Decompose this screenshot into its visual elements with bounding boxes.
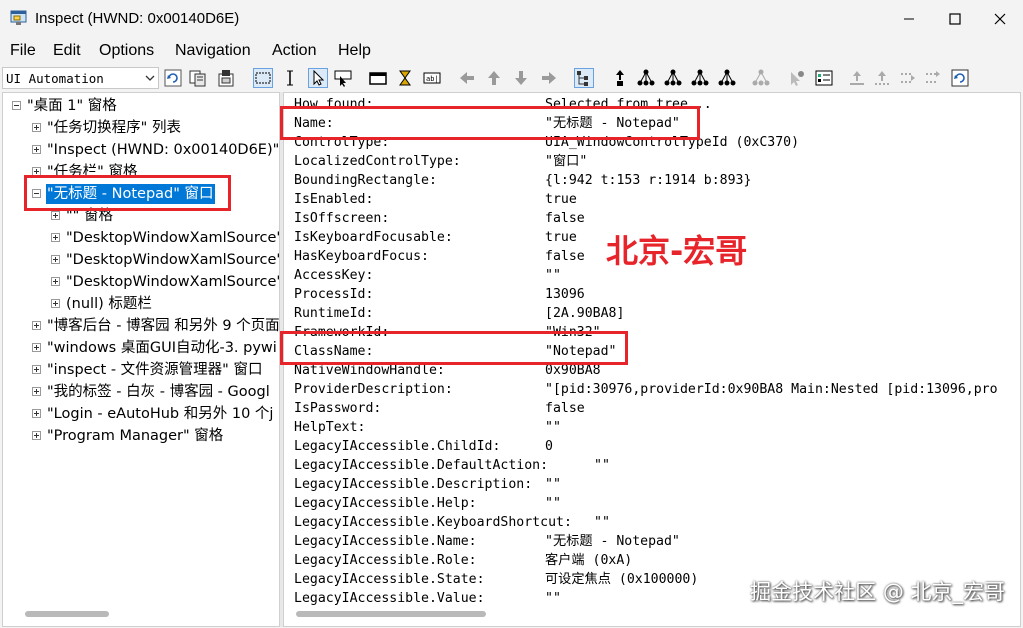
mode-select[interactable]: UI Automation <box>2 67 159 89</box>
nav-left-icon[interactable] <box>458 69 476 87</box>
expand-expander[interactable] <box>51 277 60 286</box>
watch-cursor-icon[interactable] <box>334 69 352 87</box>
text-cursor-icon[interactable] <box>281 69 299 87</box>
expand-expander[interactable] <box>32 343 41 352</box>
properties-horizontal-scrollbar[interactable] <box>296 611 486 617</box>
nav-down-icon[interactable] <box>512 69 530 87</box>
minimize-button[interactable] <box>886 0 932 38</box>
hover-icon[interactable] <box>396 69 414 87</box>
next-sibling-icon[interactable] <box>664 69 682 87</box>
tree-view-icon[interactable] <box>574 68 594 88</box>
prev-sibling-icon[interactable] <box>691 69 709 87</box>
mode-select-value: UI Automation <box>6 71 104 86</box>
watermark: 掘金技术社区 @ 北京_宏哥 <box>750 580 1005 604</box>
do-default-icon[interactable] <box>788 69 806 87</box>
ancestor-icon[interactable] <box>752 69 770 87</box>
nav-right-icon[interactable] <box>540 69 558 87</box>
refresh-icon[interactable] <box>164 69 182 87</box>
svg-text:ab|: ab| <box>426 75 439 83</box>
expand-expander[interactable] <box>51 299 60 308</box>
maximize-button[interactable] <box>932 0 978 38</box>
highlight-box-selected-node <box>24 175 231 211</box>
inspect-app-icon <box>10 10 27 25</box>
pointer-icon[interactable] <box>308 68 328 88</box>
first-child-icon[interactable] <box>637 69 655 87</box>
collapse-expander[interactable] <box>12 101 21 110</box>
expand-expander[interactable] <box>32 387 41 396</box>
options-icon[interactable] <box>815 69 833 87</box>
nav-up-icon[interactable] <box>485 69 503 87</box>
close-button[interactable] <box>977 0 1023 38</box>
caret-icon[interactable]: ab| <box>423 69 441 87</box>
expand-expander[interactable] <box>51 233 60 242</box>
tree-horizontal-scrollbar[interactable] <box>25 611 109 617</box>
menu-file[interactable]: File <box>10 42 36 60</box>
menu-help[interactable]: Help <box>338 42 371 60</box>
expand-expander[interactable] <box>32 431 41 440</box>
export-icon[interactable] <box>217 69 235 87</box>
expand-expander[interactable] <box>32 321 41 330</box>
close-icon <box>994 13 1006 25</box>
settings-icon[interactable] <box>951 69 969 87</box>
window-title: Inspect (HWND: 0x00140D6E) <box>35 10 240 27</box>
toolbar: UI Automation ab| <box>0 64 1023 92</box>
chevron-down-icon <box>145 75 155 81</box>
move-icon[interactable] <box>848 69 866 87</box>
focus-icon[interactable] <box>369 69 387 87</box>
annotation-text: 北京-宏哥 <box>606 232 748 270</box>
collapse-icon[interactable] <box>899 69 917 87</box>
expand-expander[interactable] <box>51 211 60 220</box>
menu-options[interactable]: Options <box>99 42 154 60</box>
minimize-icon <box>904 18 914 20</box>
scroll-icon[interactable] <box>924 69 942 87</box>
menu-navigation[interactable]: Navigation <box>175 42 251 60</box>
expand-expander[interactable] <box>32 365 41 374</box>
menu-edit[interactable]: Edit <box>53 42 81 60</box>
menu-bar: File Edit Options Navigation Action Help <box>0 38 1023 64</box>
expand-icon[interactable] <box>873 69 891 87</box>
menu-action[interactable]: Action <box>272 42 316 60</box>
title-bar: Inspect (HWND: 0x00140D6E) <box>0 0 1023 38</box>
last-child-icon[interactable] <box>718 69 736 87</box>
expand-expander[interactable] <box>32 145 41 154</box>
parent-icon[interactable] <box>611 69 629 87</box>
highlight-box-name <box>280 106 700 140</box>
copy-icon[interactable] <box>189 69 207 87</box>
highlight-box-classname <box>280 331 628 365</box>
highlight-rect-icon[interactable] <box>253 68 273 88</box>
element-tree[interactable]: "桌面 1" 窗格 "任务切换程序" 列表 "Inspect (HWND: 0x… <box>2 92 280 627</box>
expand-expander[interactable] <box>32 123 41 132</box>
expand-expander[interactable] <box>32 409 41 418</box>
maximize-icon <box>949 13 961 25</box>
expand-expander[interactable] <box>51 255 60 264</box>
